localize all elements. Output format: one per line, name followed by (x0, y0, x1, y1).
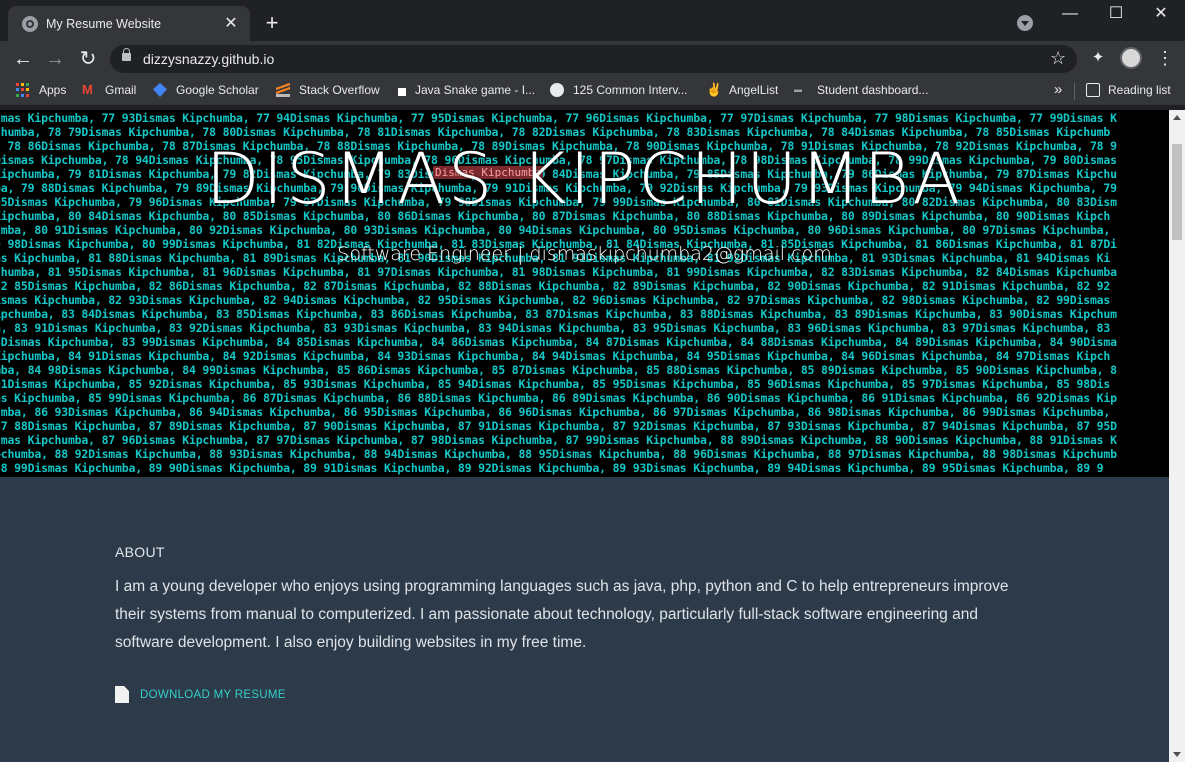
profile-avatar[interactable] (1120, 47, 1142, 69)
matrix-line: 88 99Dismas Kipchumba, 89 90Dismas Kipch… (0, 461, 1104, 475)
matrix-line: smas Kipchumba, 87 96Dismas Kipchumba, 8… (0, 433, 1117, 447)
browser-titlebar: My Resume Website ✕ + — ☐ ✕ (0, 0, 1185, 41)
matrix-line: ismas Kipchumba, 82 93Dismas Kipchumba, … (0, 293, 1111, 307)
close-window-button[interactable]: ✕ (1141, 4, 1181, 24)
page-scrollbar[interactable] (1169, 110, 1185, 762)
matrix-line: smas Kipchumba, 77 93Dismas Kipchumba, 7… (0, 111, 1117, 125)
bookmark-stack-overflow[interactable]: Stack Overflow (276, 83, 380, 97)
bookmark-interview[interactable]: 125 Common Interv... (550, 83, 688, 97)
matrix-line: ipchumba, 83 84Dismas Kipchumba, 83 85Di… (0, 307, 1117, 321)
hero-subtitle: Software Engineer | dismaskipchumba2@gma… (337, 243, 832, 265)
url-text[interactable]: dizzysnazzy.github.io (143, 51, 274, 67)
maximize-button[interactable]: ☐ (1096, 4, 1136, 24)
bookmarks-overflow-icon[interactable]: » (1054, 81, 1062, 98)
bookmarks-divider (1074, 83, 1075, 100)
reading-list-icon (1086, 83, 1100, 97)
document-icon (115, 686, 129, 703)
extensions-puzzle-icon[interactable]: ✦ (1090, 50, 1106, 66)
dashboard-icon: ▬ (794, 85, 802, 94)
matrix-line: chumba, 78 79Dismas Kipchumba, 78 80Dism… (0, 125, 1111, 139)
bookmarks-bar: Apps M Gmail Google Scholar Stack Overfl… (0, 77, 1185, 106)
about-body: I am a young developer who enjoys using … (115, 578, 1009, 651)
stackoverflow-icon (276, 83, 290, 97)
bookmark-gmail[interactable]: M Gmail (82, 82, 136, 98)
globe-icon (22, 15, 38, 32)
bookmark-java-snake[interactable]: Java Snake game - I... (398, 83, 535, 97)
matrix-line: 91Dismas Kipchumba, 85 92Dismas Kipchumb… (0, 377, 1111, 391)
address-bar[interactable]: dizzysnazzy.github.io ☆ (110, 45, 1077, 73)
tab-search-icon[interactable] (1017, 15, 1033, 31)
globe-icon (550, 83, 564, 97)
bookmark-student-dashboard[interactable]: ▬ Student dashboard... (794, 83, 928, 97)
about-heading: ABOUT (115, 544, 165, 560)
scholar-icon (153, 83, 167, 97)
matrix-line: as Kipchumba, 85 99Dismas Kipchumba, 86 … (0, 391, 1117, 405)
apps-grid-icon (16, 83, 30, 97)
hero-section: smas Kipchumba, 77 93Dismas Kipchumba, 7… (0, 110, 1169, 477)
download-resume-link[interactable]: DOWNLOAD MY RESUME (115, 686, 286, 703)
matrix-line: 87 88Dismas Kipchumba, 87 89Dismas Kipch… (0, 419, 1117, 433)
matrix-line: umba, 86 93Dismas Kipchumba, 86 94Dismas… (0, 405, 1111, 419)
lock-icon[interactable] (122, 48, 131, 61)
tab-title: My Resume Website (46, 16, 162, 31)
scroll-down-arrow-icon[interactable] (1173, 752, 1181, 757)
matrix-line: umba, 80 91Dismas Kipchumba, 80 92Dismas… (0, 223, 1111, 237)
bookmark-apps[interactable]: Apps (16, 83, 66, 97)
bookmark-google-scholar[interactable]: Google Scholar (153, 83, 259, 97)
page-viewport: smas Kipchumba, 77 93Dismas Kipchumba, 7… (0, 110, 1169, 762)
page-icon (398, 87, 406, 96)
bookmark-angellist[interactable]: ✌ AngelList (706, 82, 778, 98)
matrix-line: pchumba, 88 92Dismas Kipchumba, 88 93Dis… (0, 447, 1117, 461)
matrix-line: 8Dismas Kipchumba, 83 99Dismas Kipchumba… (0, 335, 1117, 349)
reload-icon[interactable]: ↻ (76, 47, 100, 71)
browser-toolbar: ← → ↻ dizzysnazzy.github.io ☆ ✦ ⋮ (0, 41, 1185, 77)
matrix-line: 82 85Dismas Kipchumba, 82 86Dismas Kipch… (0, 279, 1111, 293)
forward-icon[interactable]: → (43, 47, 67, 71)
download-resume-label[interactable]: DOWNLOAD MY RESUME (140, 689, 286, 701)
matrix-line: chumba, 81 95Dismas Kipchumba, 81 96Dism… (0, 265, 1117, 279)
minimize-button[interactable]: — (1050, 4, 1090, 24)
bookmark-star-icon[interactable]: ☆ (1050, 48, 1066, 68)
angellist-icon: ✌ (706, 82, 723, 97)
tab-close-icon[interactable]: ✕ (222, 15, 240, 33)
back-icon[interactable]: ← (11, 47, 35, 71)
matrix-line: mba, 84 98Dismas Kipchumba, 84 99Dismas … (0, 363, 1117, 377)
hero-name: DISMAS KIPCHUMBA (205, 138, 964, 220)
matrix-line: Kipchumba, 84 91Dismas Kipchumba, 84 92D… (0, 349, 1111, 363)
about-section: ABOUT I am a young developer who enjoys … (115, 544, 1035, 657)
scrollbar-thumb[interactable] (1172, 144, 1182, 240)
menu-kebab-icon[interactable]: ⋮ (1156, 47, 1174, 69)
new-tab-button[interactable]: + (260, 10, 284, 36)
reading-list-button[interactable]: Reading list (1086, 83, 1171, 97)
matrix-line: a, 83 91Dismas Kipchumba, 83 92Dismas Ki… (0, 321, 1111, 335)
browser-tab[interactable]: My Resume Website ✕ (8, 6, 250, 41)
gmail-icon: M (82, 82, 93, 97)
scroll-up-arrow-icon[interactable] (1173, 115, 1181, 120)
